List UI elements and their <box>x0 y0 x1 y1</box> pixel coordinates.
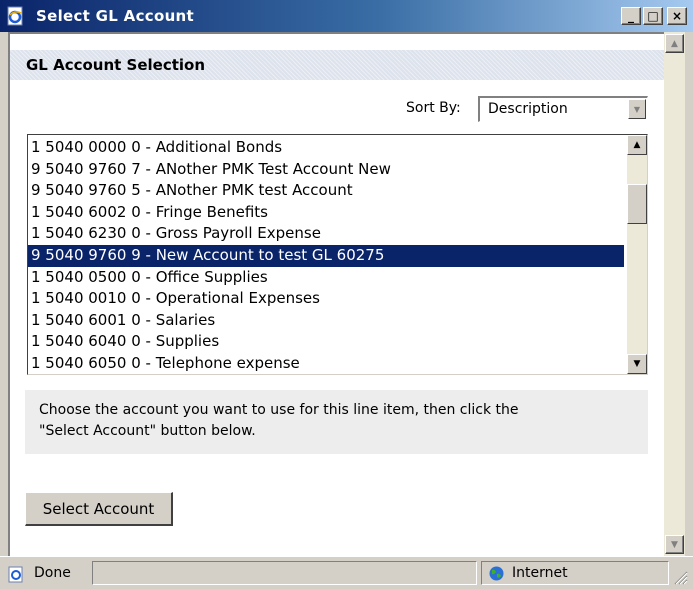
ie-page-icon <box>7 6 23 26</box>
maximize-icon: □ <box>647 9 659 23</box>
list-item[interactable]: 1 5040 6050 0 - Telephone expense <box>28 353 624 374</box>
page-content: GL Account Selection Sort By: Descriptio… <box>8 32 664 556</box>
title-bar[interactable]: Select GL Account _ □ × <box>0 0 693 32</box>
resize-grip-icon[interactable] <box>674 571 688 585</box>
scroll-up-icon[interactable]: ▲ <box>627 135 647 155</box>
page-scroll-up-icon[interactable]: ▲ <box>665 34 684 53</box>
window-title: Select GL Account <box>36 7 194 25</box>
window-frame-left <box>0 32 8 556</box>
status-pane-progress <box>92 561 477 585</box>
status-pane-zone: Internet <box>481 561 669 585</box>
account-listbox[interactable]: 1 5040 0000 0 - Additional Bonds 9 5040 9… <box>27 134 648 375</box>
status-text: Done <box>34 565 71 581</box>
globe-icon <box>489 566 504 581</box>
list-item[interactable]: 1 5040 6230 0 - Gross Payroll Expense <box>28 223 624 245</box>
minimize-button[interactable]: _ <box>621 7 641 25</box>
section-header: GL Account Selection <box>10 50 664 80</box>
status-bar: Done Internet <box>0 556 693 589</box>
list-item[interactable]: 9 5040 9760 9 - New Account to test GL 6… <box>28 244 624 267</box>
list-item[interactable]: 1 5040 6001 0 - Salaries <box>28 310 624 332</box>
close-icon: × <box>671 9 683 23</box>
list-item[interactable]: 1 5040 6040 0 - Supplies <box>28 331 624 353</box>
list-item[interactable]: 1 5040 6002 0 - Fringe Benefits <box>28 202 624 224</box>
account-list: 1 5040 0000 0 - Additional Bonds 9 5040 9… <box>28 137 624 374</box>
sort-by-label: Sort By: <box>406 100 461 116</box>
sort-by-value: Description <box>488 101 568 117</box>
ie-page-icon <box>8 566 23 583</box>
list-item[interactable]: 9 5040 9760 5 - ANother PMK test Account <box>28 180 624 202</box>
zone-label: Internet <box>512 565 568 581</box>
window-frame-right <box>685 32 693 556</box>
instructions-panel: Choose the account you want to use for t… <box>25 390 648 454</box>
instructions-line-2: "Select Account" button below. <box>39 423 256 439</box>
list-item[interactable]: 9 5040 9760 7 - ANother PMK Test Account… <box>28 159 624 181</box>
list-item[interactable]: 1 5040 0010 0 - Operational Expenses <box>28 288 624 310</box>
close-button[interactable]: × <box>667 7 687 25</box>
list-item[interactable]: 1 5040 0000 0 - Additional Bonds <box>28 137 624 159</box>
scroll-down-icon[interactable]: ▼ <box>627 354 647 374</box>
minimize-icon: _ <box>628 9 634 23</box>
instructions-line-1: Choose the account you want to use for t… <box>39 402 519 418</box>
page-scrollbar[interactable]: ▲ ▼ <box>664 32 685 556</box>
listbox-scrollbar[interactable]: ▲ ▼ <box>627 135 647 374</box>
maximize-button[interactable]: □ <box>643 7 663 25</box>
page-scroll-down-icon[interactable]: ▼ <box>665 535 684 554</box>
dropdown-arrow-icon[interactable]: ▼ <box>628 99 646 119</box>
sort-by-select[interactable]: Description ▼ <box>478 96 648 122</box>
list-item[interactable]: 1 5040 0500 0 - Office Supplies <box>28 267 624 289</box>
select-account-button[interactable]: Select Account <box>25 492 173 526</box>
section-title: GL Account Selection <box>26 56 206 74</box>
scroll-thumb[interactable] <box>627 184 647 224</box>
